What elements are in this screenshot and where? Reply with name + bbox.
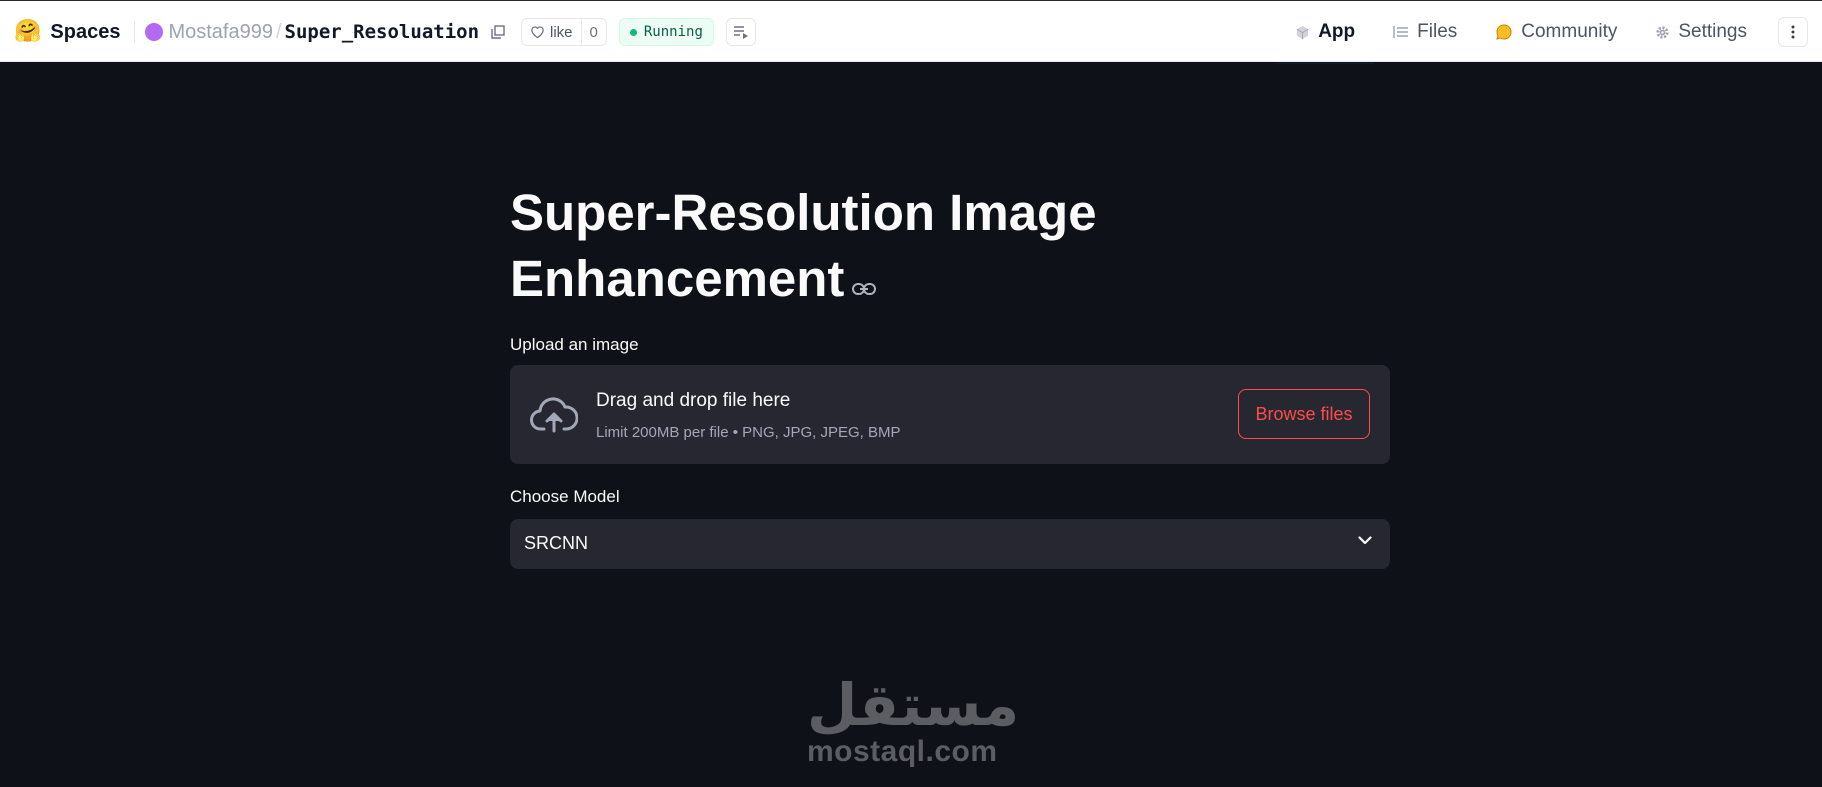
like-button[interactable]: like 0 — [521, 18, 607, 46]
model-select[interactable]: SRCNN — [510, 519, 1390, 569]
anchor-link-icon[interactable] — [852, 246, 877, 312]
tab-files-label: Files — [1417, 21, 1458, 42]
status-dot-icon — [629, 28, 637, 36]
repo-name-link[interactable]: Super_Resoluation — [285, 21, 479, 43]
like-label: like — [550, 23, 573, 41]
watermark-domain: mostaql.com — [807, 735, 998, 768]
model-select-value: SRCNN — [524, 533, 589, 553]
status-label: Running — [643, 24, 703, 40]
path-separator: / — [275, 20, 282, 43]
huggingface-logo-icon[interactable]: 🤗 — [14, 21, 41, 43]
list-play-icon — [733, 26, 748, 39]
chevron-down-icon — [1358, 536, 1372, 545]
browse-files-button[interactable]: Browse files — [1238, 389, 1370, 439]
logs-button[interactable] — [725, 18, 756, 46]
owner-link[interactable]: Mostafa999 — [168, 21, 273, 44]
top-navbar: 🤗 Spaces Mostafa999 / Super_Resoluation … — [0, 0, 1822, 64]
files-icon — [1393, 25, 1409, 39]
like-count[interactable]: 0 — [580, 19, 606, 45]
tab-settings[interactable]: Settings — [1636, 1, 1766, 63]
dropzone-limits: Limit 200MB per file • PNG, JPG, JPEG, B… — [596, 424, 901, 441]
more-options-button[interactable] — [1778, 17, 1808, 47]
file-dropzone[interactable]: Drag and drop file here Limit 200MB per … — [510, 365, 1390, 464]
tab-community-label: Community — [1521, 21, 1618, 42]
model-label: Choose Model — [510, 487, 620, 506]
community-icon — [1495, 24, 1513, 40]
watermark-arabic: مستقل — [807, 671, 1020, 739]
navbar-left: 🤗 Spaces Mostafa999 / Super_Resoluation … — [14, 1, 756, 63]
cloud-upload-icon — [530, 397, 578, 433]
status-badge[interactable]: Running — [618, 18, 714, 46]
kebab-menu-icon — [1791, 25, 1795, 39]
copy-icon[interactable] — [489, 23, 507, 41]
dropzone-title: Drag and drop file here — [596, 390, 791, 411]
owner-avatar[interactable] — [145, 23, 164, 41]
page-title: Super-Resolution Image Enhancement — [510, 180, 1210, 316]
gear-icon — [1655, 25, 1670, 40]
tab-files[interactable]: Files — [1374, 1, 1476, 63]
app-cube-icon — [1295, 25, 1310, 40]
upload-label: Upload an image — [510, 335, 639, 354]
divider — [134, 21, 136, 43]
heart-icon — [531, 26, 544, 39]
tab-community[interactable]: Community — [1476, 1, 1636, 63]
navbar-tabs: App Files Community Settings — [1276, 1, 1822, 64]
page-title-text: Super-Resolution Image Enhancement — [510, 184, 1097, 307]
like-toggle[interactable]: like — [522, 19, 581, 45]
tab-settings-label: Settings — [1678, 21, 1747, 42]
tab-app-label: App — [1318, 21, 1356, 42]
spaces-link[interactable]: Spaces — [50, 21, 120, 44]
tab-app[interactable]: App — [1276, 1, 1375, 64]
